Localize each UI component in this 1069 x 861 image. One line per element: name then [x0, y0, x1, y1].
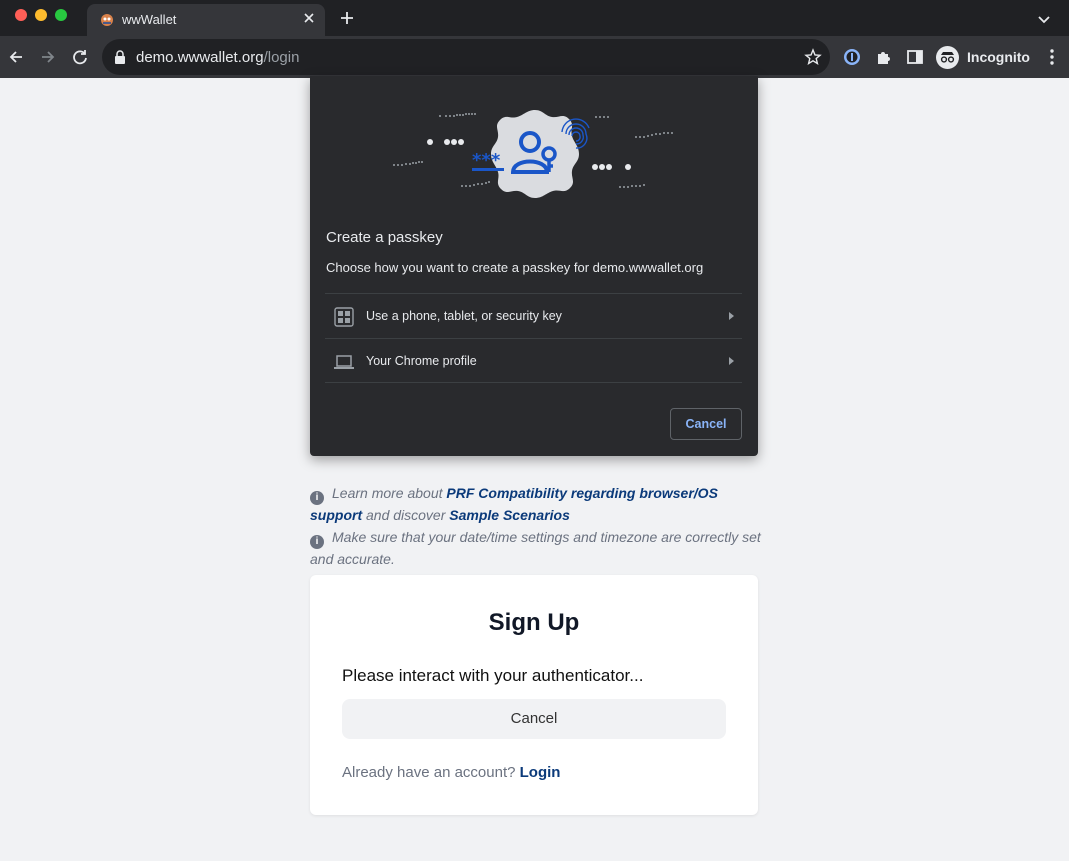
incognito-profile-button[interactable]: Incognito: [936, 45, 1030, 69]
back-arrow-icon[interactable]: [6, 47, 26, 67]
lock-icon[interactable]: [114, 50, 126, 64]
url-text: demo.wwwallet.org/login: [136, 49, 300, 66]
incognito-icon: [936, 45, 959, 69]
chevron-right-icon: [729, 312, 734, 320]
laptop-icon: [334, 355, 354, 369]
reload-icon[interactable]: [70, 47, 90, 67]
browser-toolbar: demo.wwwallet.org/login Incognito: [0, 36, 1069, 78]
minimize-window-button[interactable]: [35, 9, 47, 21]
login-prompt: Already have an account? Login: [342, 764, 561, 781]
bookmark-star-icon[interactable]: [804, 48, 822, 66]
password-manager-extension-icon[interactable]: [843, 48, 861, 66]
browser-tab[interactable]: wwWallet: [87, 4, 325, 36]
wallet-favicon-icon: [101, 14, 113, 26]
option-phone-tablet-security-key[interactable]: Use a phone, tablet, or security key: [325, 293, 742, 338]
signup-title: Sign Up: [488, 609, 580, 636]
address-bar[interactable]: demo.wwwallet.org/login: [102, 39, 830, 75]
tab-title: wwWallet: [122, 12, 177, 27]
signup-card: Sign Up Please interact with your authen…: [310, 575, 758, 815]
close-tab-icon[interactable]: [301, 10, 317, 26]
dialog-title: Create a passkey: [326, 229, 443, 246]
sample-scenarios-link[interactable]: Sample Scenarios: [449, 507, 570, 523]
extensions-puzzle-icon[interactable]: [875, 48, 893, 66]
datetime-info-text: i Make sure that your date/time settings …: [310, 529, 761, 567]
info-icon: i: [310, 535, 324, 549]
prf-info-text: i Learn more about PRF Compatibility rega…: [310, 485, 718, 523]
side-panel-icon[interactable]: [906, 48, 924, 66]
more-menu-icon[interactable]: [1044, 48, 1060, 66]
close-window-button[interactable]: [15, 9, 27, 21]
passkey-illustration: ***: [393, 110, 673, 198]
chevron-right-icon: [729, 357, 734, 365]
option-chrome-profile[interactable]: Your Chrome profile: [325, 338, 742, 383]
tab-strip: wwWallet: [0, 0, 1069, 36]
option-label: Your Chrome profile: [366, 354, 477, 368]
authenticator-message: Please interact with your authenticator.…: [342, 666, 644, 685]
new-tab-icon[interactable]: [338, 9, 356, 27]
password-stars: ***: [472, 150, 501, 171]
option-label: Use a phone, tablet, or security key: [366, 309, 562, 323]
info-icon: i: [310, 491, 324, 505]
signup-cancel-button[interactable]: Cancel: [342, 699, 726, 739]
dialog-cancel-button[interactable]: Cancel: [670, 408, 742, 440]
incognito-label: Incognito: [967, 49, 1030, 65]
maximize-window-button[interactable]: [55, 9, 67, 21]
dialog-subtitle: Choose how you want to create a passkey …: [326, 260, 704, 275]
create-passkey-dialog: *** Create a passkey Choose how you want…: [310, 76, 758, 456]
login-link[interactable]: Login: [520, 764, 561, 781]
forward-arrow-icon[interactable]: [38, 47, 58, 67]
qr-code-icon: [334, 307, 354, 327]
chevron-down-icon[interactable]: [1036, 11, 1052, 27]
